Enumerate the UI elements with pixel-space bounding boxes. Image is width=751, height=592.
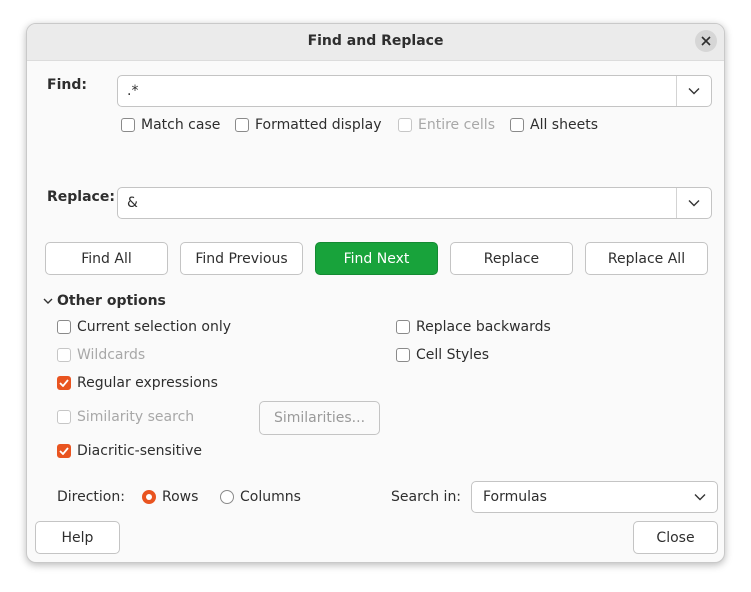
search-in-value: Formulas — [483, 489, 547, 505]
search-in-label: Search in: — [391, 489, 462, 505]
checkmark-icon — [59, 379, 69, 387]
close-button[interactable]: Close — [633, 521, 718, 554]
regular-expressions-checkbox[interactable]: Regular expressions — [57, 375, 218, 391]
wildcards-label: Wildcards — [77, 347, 146, 363]
diacritic-sensitive-label: Diacritic-sensitive — [77, 443, 202, 459]
all-sheets-checkbox[interactable]: All sheets — [510, 117, 598, 133]
similarity-search-label: Similarity search — [77, 409, 195, 425]
cell-styles-label: Cell Styles — [416, 347, 490, 363]
title-bar: Find and Replace — [27, 24, 724, 61]
chevron-down-icon — [694, 494, 706, 501]
entire-cells-label: Entire cells — [418, 117, 495, 133]
checkmark-icon — [59, 447, 69, 455]
help-button[interactable]: Help — [35, 521, 120, 554]
replace-button[interactable]: Replace — [450, 242, 573, 275]
radio-selected — [142, 490, 156, 504]
find-replace-dialog: Find and Replace Find: .* Match case For… — [26, 23, 725, 563]
direction-label: Direction: — [57, 489, 125, 505]
replace-dropdown-button[interactable] — [676, 188, 711, 218]
columns-label: Columns — [240, 489, 301, 505]
formatted-display-checkbox[interactable]: Formatted display — [235, 117, 382, 133]
search-in-select[interactable]: Formulas — [471, 481, 718, 513]
checkbox-box — [57, 410, 71, 424]
radio-unselected — [220, 490, 234, 504]
cell-styles-checkbox[interactable]: Cell Styles — [396, 347, 489, 363]
checkbox-box-checked — [57, 376, 71, 390]
replace-input[interactable]: & — [127, 195, 138, 211]
diacritic-sensitive-checkbox[interactable]: Diacritic-sensitive — [57, 443, 202, 459]
direction-rows-radio[interactable]: Rows — [142, 489, 198, 505]
checkbox-box — [121, 118, 135, 132]
chevron-down-icon — [688, 88, 700, 95]
current-selection-only-label: Current selection only — [77, 319, 232, 335]
checkbox-box — [398, 118, 412, 132]
match-case-label: Match case — [141, 117, 221, 133]
find-previous-button[interactable]: Find Previous — [180, 242, 303, 275]
current-selection-only-checkbox[interactable]: Current selection only — [57, 319, 231, 335]
all-sheets-label: All sheets — [530, 117, 598, 133]
find-label: Find: — [47, 77, 87, 93]
checkbox-box-checked — [57, 444, 71, 458]
formatted-display-label: Formatted display — [255, 117, 382, 133]
search-in-dropdown-button[interactable] — [683, 482, 717, 512]
checkbox-box — [57, 320, 71, 334]
chevron-down-icon — [688, 200, 700, 207]
checkbox-box — [396, 320, 410, 334]
match-case-checkbox[interactable]: Match case — [121, 117, 220, 133]
similarity-search-checkbox[interactable]: Similarity search — [57, 409, 194, 425]
checkbox-box — [510, 118, 524, 132]
checkbox-box — [396, 348, 410, 362]
replace-all-button[interactable]: Replace All — [585, 242, 708, 275]
find-all-button[interactable]: Find All — [45, 242, 168, 275]
direction-columns-radio[interactable]: Columns — [220, 489, 301, 505]
replace-label: Replace: — [47, 189, 115, 205]
similarities-button[interactable]: Similarities... — [259, 401, 380, 435]
checkbox-box — [235, 118, 249, 132]
replace-combobox[interactable]: & — [117, 187, 712, 219]
other-options-expander[interactable]: Other options — [43, 293, 166, 309]
window-close-button[interactable] — [695, 30, 717, 52]
find-combobox[interactable]: .* — [117, 75, 712, 107]
find-input[interactable]: .* — [127, 83, 138, 99]
wildcards-checkbox[interactable]: Wildcards — [57, 347, 145, 363]
find-dropdown-button[interactable] — [676, 76, 711, 106]
checkbox-box — [57, 348, 71, 362]
replace-backwards-checkbox[interactable]: Replace backwards — [396, 319, 551, 335]
find-next-button[interactable]: Find Next — [315, 242, 438, 275]
close-icon — [701, 36, 711, 46]
regular-expressions-label: Regular expressions — [77, 375, 218, 391]
chevron-down-icon — [43, 298, 53, 304]
rows-label: Rows — [162, 489, 199, 505]
dialog-title: Find and Replace — [307, 33, 444, 49]
entire-cells-checkbox[interactable]: Entire cells — [398, 117, 495, 133]
replace-backwards-label: Replace backwards — [416, 319, 551, 335]
other-options-label: Other options — [57, 293, 166, 309]
